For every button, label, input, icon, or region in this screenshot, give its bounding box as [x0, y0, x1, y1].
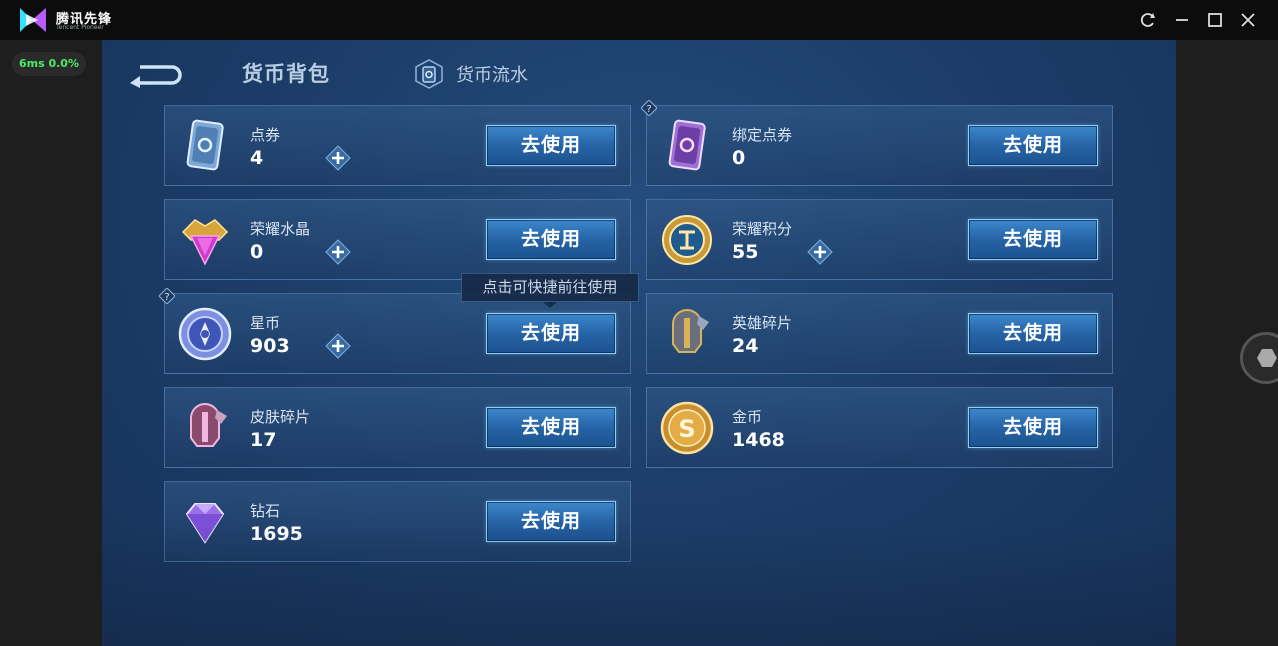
app-logo: [20, 8, 46, 32]
glory-points-icon: [657, 210, 717, 270]
currency-name: 钻石: [250, 502, 281, 520]
minimize-icon: [1176, 19, 1188, 21]
currency-card-glory-crystal: 荣耀水晶 0 去使用: [164, 199, 631, 280]
use-diamond-button[interactable]: 去使用: [486, 501, 616, 542]
currency-value: 1695: [250, 523, 303, 545]
currency-card-bound-coupon: ? 绑定点券 0 去使用: [641, 100, 1113, 186]
currency-value: 0: [250, 241, 264, 263]
add-glory-points-button[interactable]: [807, 239, 833, 265]
svg-text:S: S: [678, 415, 695, 443]
currency-name: 绑定点券: [732, 126, 793, 144]
currency-name: 荣耀积分: [732, 220, 793, 238]
currency-card-gold-coin: S 金币 1468 去使用: [646, 387, 1113, 468]
currency-name: 荣耀水晶: [250, 220, 311, 238]
currency-value: 24: [732, 335, 759, 357]
help-icon[interactable]: ?: [159, 288, 175, 304]
hexagon-icon: [1257, 349, 1277, 367]
back-button[interactable]: [128, 58, 186, 88]
glory-crystal-icon: [175, 210, 235, 270]
use-bound-coupon-button[interactable]: 去使用: [968, 125, 1098, 166]
currency-value: 1468: [732, 429, 785, 451]
add-coupon-button[interactable]: [325, 145, 351, 171]
currency-flow-icon: [415, 59, 443, 89]
currency-name: 点券: [250, 126, 281, 144]
use-star-coin-button[interactable]: 去使用: [486, 313, 616, 354]
add-star-coin-button[interactable]: [325, 333, 351, 359]
minimize-button[interactable]: [1172, 10, 1192, 30]
add-glory-crystal-button[interactable]: [325, 239, 351, 265]
currency-card-coupon: 点券 4 去使用: [164, 105, 631, 186]
title-bar: 腾讯先锋 Tencent Pioneer: [0, 0, 1278, 40]
skin-fragment-icon: [175, 398, 235, 458]
tooltip-arrow: [543, 302, 557, 308]
app-subtitle: Tencent Pioneer: [56, 24, 104, 31]
currency-value: 0: [732, 147, 746, 169]
use-glory-crystal-button[interactable]: 去使用: [486, 219, 616, 260]
star-coin-icon: [175, 304, 235, 364]
use-glory-points-button[interactable]: 去使用: [968, 219, 1098, 260]
currency-name: 金币: [732, 408, 763, 426]
plus-icon: [325, 145, 351, 171]
plus-icon: [325, 239, 351, 265]
svg-text:?: ?: [164, 292, 169, 303]
currency-card-glory-points: 荣耀积分 55 去使用: [646, 199, 1113, 280]
currency-value: 17: [250, 429, 277, 451]
currency-card-star-coin: ? 星币 903 去使用: [159, 288, 631, 374]
currency-flow-label: 货币流水: [456, 65, 528, 86]
left-sidebar: 6ms 0.0%: [0, 40, 102, 646]
refresh-icon: [1140, 13, 1155, 27]
currency-name: 皮肤碎片: [250, 408, 311, 426]
currency-flow-link[interactable]: 货币流水: [414, 58, 528, 90]
close-button[interactable]: [1238, 10, 1258, 30]
bound-coupon-card-icon: [657, 116, 717, 176]
tooltip-text: 点击可快捷前往使用: [482, 278, 618, 296]
currency-card-skin-fragment: 皮肤碎片 17 去使用: [164, 387, 631, 468]
maximize-icon: [1208, 13, 1222, 27]
refresh-button[interactable]: [1138, 10, 1158, 30]
coupon-card-icon: [175, 116, 235, 176]
ping-indicator: 6ms 0.0%: [12, 52, 86, 76]
close-icon: [1241, 13, 1255, 27]
currency-card-hero-fragment: 英雄碎片 24 去使用: [646, 293, 1113, 374]
floating-toolbar-handle[interactable]: [1240, 332, 1278, 384]
currency-name: 英雄碎片: [732, 314, 793, 332]
svg-text:?: ?: [646, 104, 651, 115]
currency-card-diamond: 钻石 1695 去使用: [164, 481, 631, 562]
right-sidebar: [1176, 40, 1278, 646]
maximize-button[interactable]: [1205, 10, 1225, 30]
gold-coin-icon: S: [657, 398, 717, 458]
game-screen: 货币背包 货币流水 点券 4 去使用 ? 绑定点券 0 去使用 荣耀水晶 0 去…: [102, 40, 1176, 646]
use-coupon-button[interactable]: 去使用: [486, 125, 616, 166]
currency-value: 903: [250, 335, 290, 357]
currency-value: 55: [732, 241, 759, 263]
help-icon[interactable]: ?: [641, 100, 657, 116]
plus-icon: [807, 239, 833, 265]
use-skin-fragment-button[interactable]: 去使用: [486, 407, 616, 448]
plus-icon: [325, 333, 351, 359]
back-arrow-icon: [130, 65, 182, 88]
hero-fragment-icon: [657, 304, 717, 364]
currency-name: 星币: [250, 314, 281, 332]
use-hero-fragment-button[interactable]: 去使用: [968, 313, 1098, 354]
currency-value: 4: [250, 147, 264, 169]
diamond-icon: [175, 492, 235, 552]
use-gold-coin-button[interactable]: 去使用: [968, 407, 1098, 448]
tooltip: 点击可快捷前往使用: [461, 273, 639, 308]
page-title: 货币背包: [242, 62, 330, 86]
